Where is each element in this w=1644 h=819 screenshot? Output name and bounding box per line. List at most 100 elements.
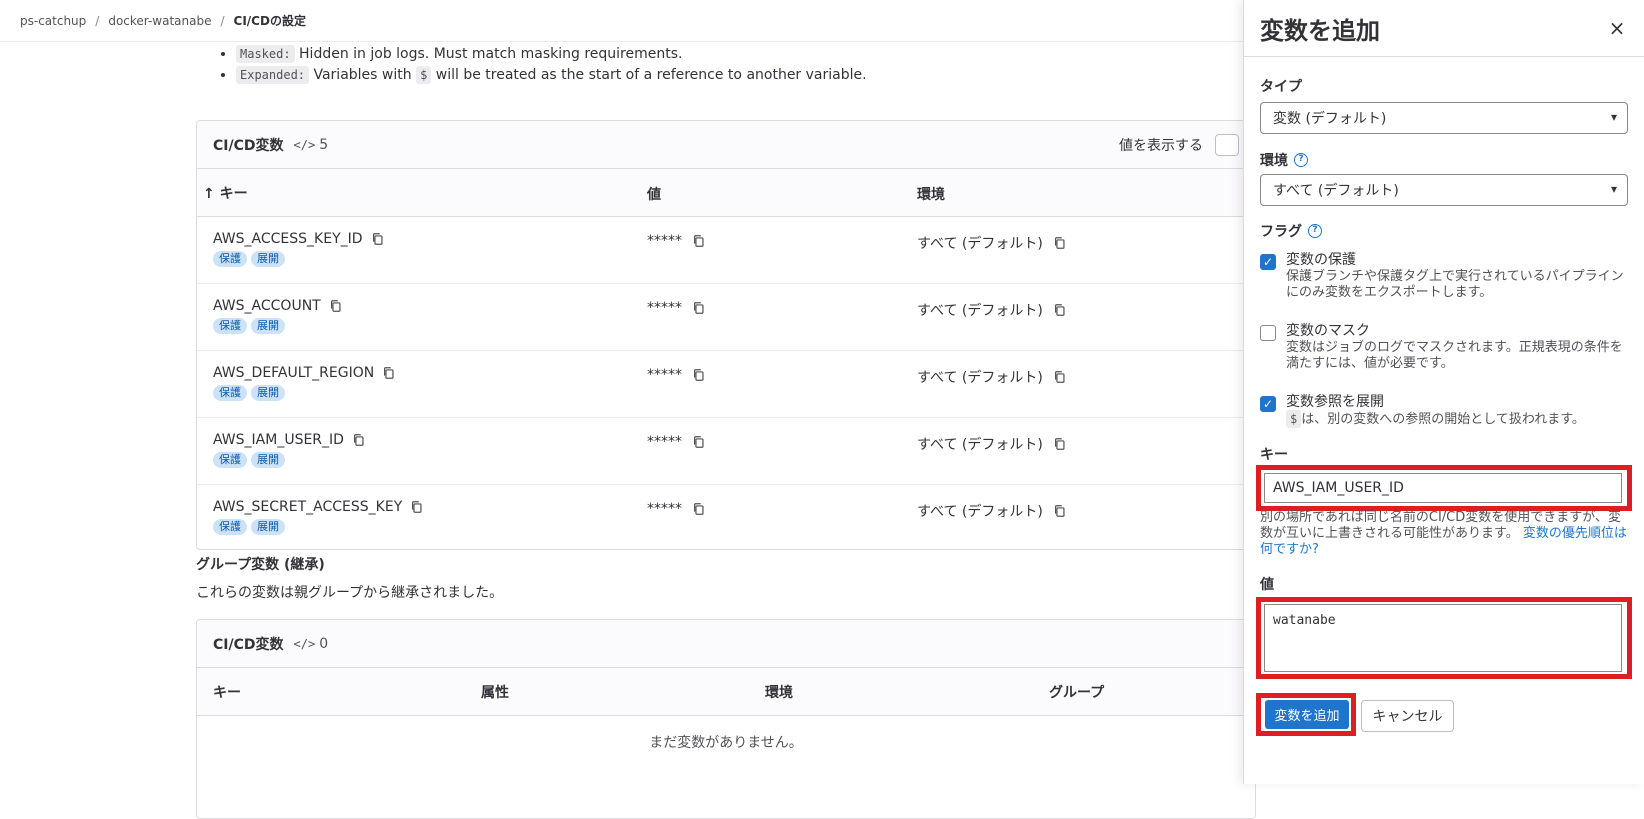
variable-env: すべて (デフォルト)	[917, 370, 1043, 386]
copy-icon[interactable]	[410, 499, 424, 515]
variable-count: </> 5	[293, 136, 329, 153]
group-variables-title: グループ変数 (継承)	[196, 557, 325, 573]
group-variables-desc: これらの変数は親グループから継承されました。	[196, 585, 504, 601]
copy-icon[interactable]	[371, 231, 385, 247]
variable-value-cell: *****	[647, 231, 917, 249]
reveal-values-toggle[interactable]: 値を表示する	[1119, 133, 1239, 156]
type-label: タイプ	[1260, 79, 1302, 95]
variable-key-cell: AWS_SECRET_ACCESS_KEY 保護 展開	[197, 499, 647, 535]
copy-icon[interactable]	[1053, 235, 1067, 251]
column-attributes: 属性	[481, 684, 509, 701]
copy-icon[interactable]	[692, 501, 706, 517]
copy-icon[interactable]	[352, 432, 366, 448]
reveal-values-switch[interactable]	[1215, 133, 1239, 156]
protect-variable-option: ✓ 変数の保護 保護ブランチや保護タグ上で実行されているパイプラインにのみ変数を…	[1260, 252, 1628, 301]
chevron-down-icon: ▾	[1610, 110, 1617, 124]
attribute-badge: 展開	[251, 385, 285, 401]
variable-env-cell: すべて (デフォルト)	[917, 231, 1217, 253]
question-icon[interactable]: ?	[1294, 153, 1308, 167]
attribute-badges: 保護 展開	[213, 385, 647, 401]
table-row: AWS_ACCESS_KEY_ID 保護 展開 ***** すべて (デフォルト)	[197, 217, 1255, 284]
copy-icon[interactable]	[382, 365, 396, 381]
attribute-badge: 展開	[251, 519, 285, 535]
mask-variable-option: 変数のマスク 変数はジョブのログでマスクされます。正規表現の条件を満たすには、値…	[1260, 323, 1628, 372]
variable-env-cell: すべて (デフォルト)	[917, 365, 1217, 387]
breadcrumb-group[interactable]: ps-catchup	[20, 14, 86, 28]
breadcrumb-separator: /	[220, 13, 225, 28]
variable-env: すべて (デフォルト)	[917, 303, 1043, 319]
variable-value: *****	[647, 501, 682, 517]
copy-icon[interactable]	[329, 298, 343, 314]
attribute-badge: 保護	[213, 519, 247, 535]
column-value: 値	[647, 186, 661, 203]
table-row: AWS_SECRET_ACCESS_KEY 保護 展開 ***** すべて (デフ…	[197, 485, 1255, 549]
variable-key[interactable]: AWS_SECRET_ACCESS_KEY	[213, 499, 402, 515]
variable-key[interactable]: AWS_IAM_USER_ID	[213, 432, 344, 448]
mask-variable-checkbox[interactable]	[1260, 325, 1276, 341]
variable-env-cell: すべて (デフォルト)	[917, 432, 1217, 454]
copy-icon[interactable]	[1053, 436, 1067, 452]
copy-icon[interactable]	[692, 300, 706, 316]
table-row: AWS_IAM_USER_ID 保護 展開 ***** すべて (デフォルト)	[197, 418, 1255, 485]
copy-icon[interactable]	[1053, 503, 1067, 519]
variable-value: *****	[647, 367, 682, 383]
type-select[interactable]: 変数 (デフォルト) ▾	[1260, 102, 1628, 134]
table-row: AWS_ACCOUNT 保護 展開 ***** すべて (デフォルト)	[197, 284, 1255, 351]
table-row: AWS_DEFAULT_REGION 保護 展開 ***** すべて (デフォルト…	[197, 351, 1255, 418]
variable-key[interactable]: AWS_ACCESS_KEY_ID	[213, 231, 363, 247]
column-group: グループ	[1049, 684, 1105, 701]
legend-expanded: Expanded: Variables with $ will be treat…	[236, 66, 1256, 84]
value-textarea[interactable]: watanabe	[1264, 604, 1622, 672]
expand-variable-option: ✓ 変数参照を展開 $ は、別の変数への参照の開始として扱われます。	[1260, 394, 1628, 428]
breadcrumb-project[interactable]: docker-watanabe	[108, 14, 211, 28]
column-env: 環境	[917, 186, 945, 203]
attribute-badge: 展開	[251, 318, 285, 334]
variable-env-cell: すべて (デフォルト)	[917, 499, 1217, 521]
variable-value: *****	[647, 434, 682, 450]
column-key: キー	[213, 684, 241, 701]
protect-variable-checkbox[interactable]: ✓	[1260, 254, 1276, 270]
legend-masked: Masked: Hidden in job logs. Must match m…	[236, 45, 1256, 63]
variables-table-body: AWS_ACCESS_KEY_ID 保護 展開 ***** すべて (デフォルト)…	[197, 217, 1255, 549]
environment-select[interactable]: すべて (デフォルト) ▾	[1260, 174, 1628, 206]
key-label: キー	[1260, 447, 1288, 463]
breadcrumb-separator: /	[95, 13, 100, 28]
column-key-sort[interactable]: ↑ キー	[197, 183, 647, 203]
drawer-title: 変数を追加	[1244, 0, 1644, 57]
attribute-badge: 保護	[213, 318, 247, 334]
group-variables-header: CI/CD変数 </> 0	[197, 620, 1255, 668]
cancel-button[interactable]: キャンセル	[1361, 700, 1454, 732]
variable-env-cell: すべて (デフォルト)	[917, 298, 1217, 320]
close-icon[interactable]: ×	[1606, 17, 1628, 39]
attribute-badge: 保護	[213, 251, 247, 267]
group-variables-card: CI/CD変数 </> 0 キー 属性 環境 グループ まだ変数がありません。	[196, 619, 1256, 819]
key-input[interactable]: AWS_IAM_USER_ID	[1264, 473, 1622, 503]
variable-count: </> 0	[293, 635, 329, 652]
project-variables-header: CI/CD変数 </> 5 値を表示する	[197, 121, 1255, 169]
question-icon[interactable]: ?	[1308, 224, 1322, 238]
copy-icon[interactable]	[692, 233, 706, 249]
attribute-badge: 展開	[251, 251, 285, 267]
attribute-legend: Masked: Hidden in job logs. Must match m…	[196, 45, 1256, 84]
attribute-badges: 保護 展開	[213, 251, 647, 267]
attribute-badges: 保護 展開	[213, 519, 647, 535]
copy-icon[interactable]	[692, 367, 706, 383]
empty-state: まだ変数がありません。	[649, 735, 803, 751]
variable-key[interactable]: AWS_DEFAULT_REGION	[213, 365, 374, 381]
add-variable-button[interactable]: 変数を追加	[1265, 700, 1349, 729]
copy-icon[interactable]	[1053, 369, 1067, 385]
card-title: CI/CD変数	[213, 137, 284, 154]
variable-key[interactable]: AWS_ACCOUNT	[213, 298, 321, 314]
expand-variable-checkbox[interactable]: ✓	[1260, 396, 1276, 412]
copy-icon[interactable]	[692, 434, 706, 450]
copy-icon[interactable]	[1053, 302, 1067, 318]
variable-value-cell: *****	[647, 365, 917, 383]
chevron-down-icon: ▾	[1610, 182, 1617, 196]
card-title: CI/CD変数	[213, 636, 284, 653]
breadcrumb-current: CI/CDの設定	[233, 14, 306, 28]
variable-env: すべて (デフォルト)	[917, 437, 1043, 453]
column-env: 環境	[765, 684, 793, 701]
variable-key-cell: AWS_ACCOUNT 保護 展開	[197, 298, 647, 334]
main-content: Masked: Hidden in job logs. Must match m…	[196, 42, 1256, 819]
variable-value-cell: *****	[647, 499, 917, 517]
